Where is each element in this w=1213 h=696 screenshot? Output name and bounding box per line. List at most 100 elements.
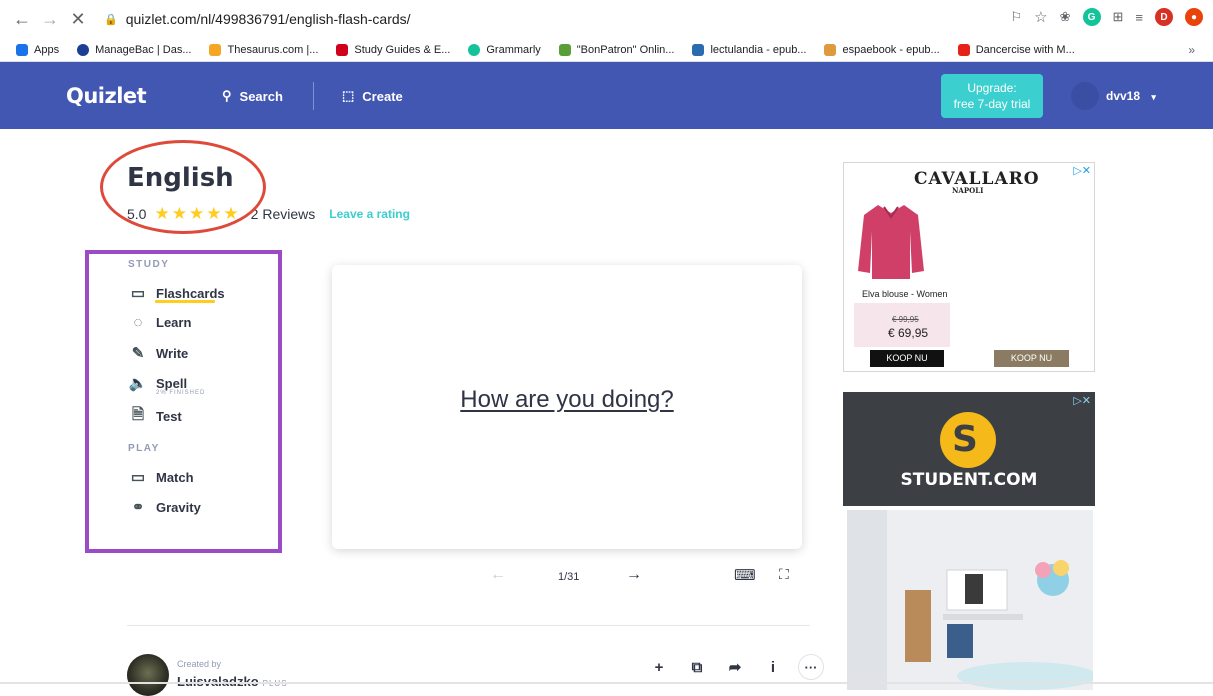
ellipsis-icon: ··· bbox=[804, 659, 818, 675]
fullscreen-icon: ⛶ bbox=[779, 566, 789, 582]
sidebar-item-write[interactable]: ✎ Write bbox=[128, 344, 189, 362]
search-button[interactable]: ⚲ Search bbox=[222, 88, 283, 104]
play-section-label: PLAY bbox=[128, 443, 160, 454]
create-button[interactable]: ⬚ Create bbox=[342, 88, 403, 104]
flashcard[interactable]: How are you doing? bbox=[332, 265, 802, 549]
ad-buy-button-secondary[interactable]: KOOP NU bbox=[994, 350, 1069, 367]
sidebar-item-label: Flashcards bbox=[156, 285, 225, 301]
share-button[interactable]: ➦ bbox=[722, 654, 748, 680]
bookmark-managebac[interactable]: ManageBac | Das... bbox=[77, 43, 192, 56]
copy-icon: ⧉ bbox=[691, 658, 703, 676]
avatar[interactable] bbox=[1071, 82, 1099, 110]
fullscreen-button[interactable]: ⛶ bbox=[779, 566, 789, 583]
bookmark-label: Study Guides & E... bbox=[354, 43, 451, 56]
user-menu[interactable]: dvv18 ▾ bbox=[1106, 89, 1156, 103]
extension-icon[interactable]: ❀ bbox=[1060, 9, 1071, 25]
bookmark-lectulandia[interactable]: lectulandia - epub... bbox=[692, 43, 807, 56]
sidebar-item-match[interactable]: ▭ Match bbox=[128, 468, 194, 486]
leave-rating-link[interactable]: Leave a rating bbox=[329, 207, 410, 221]
copy-set-button[interactable]: ⧉ bbox=[684, 654, 710, 680]
bookmark-label: espaebook - epub... bbox=[842, 43, 940, 56]
bookmark-apps[interactable]: Apps bbox=[16, 43, 59, 56]
bookmark-grammarly[interactable]: Grammarly bbox=[468, 43, 541, 56]
upgrade-button[interactable]: Upgrade: free 7-day trial bbox=[941, 74, 1043, 118]
spell-progress: 2% FINISHED bbox=[156, 390, 206, 396]
lock-icon: 🔒 bbox=[104, 13, 118, 26]
sidebar-item-gravity[interactable]: ⚭ Gravity bbox=[128, 498, 201, 516]
youtube-icon bbox=[957, 43, 970, 56]
create-label: Create bbox=[362, 88, 403, 104]
translate-icon[interactable]: ⚐ bbox=[1010, 9, 1022, 25]
flashcard-term: How are you doing? bbox=[460, 386, 674, 413]
forward-icon[interactable]: → bbox=[36, 5, 64, 33]
sidebar-item-label: Learn bbox=[156, 315, 192, 330]
bookmark-study-guides[interactable]: Study Guides & E... bbox=[336, 43, 451, 56]
username: dvv18 bbox=[1106, 89, 1141, 103]
back-icon[interactable]: ← bbox=[8, 5, 36, 33]
keyboard-shortcuts-button[interactable]: ⌨ bbox=[734, 566, 756, 584]
chevron-down-icon: ▾ bbox=[1151, 92, 1156, 102]
test-icon: 🗎 bbox=[131, 406, 145, 423]
sidebar-item-label: Spell bbox=[156, 375, 188, 391]
more-bookmarks-button[interactable]: » bbox=[1188, 43, 1195, 57]
adchoices-icon[interactable]: ▷✕ bbox=[1073, 394, 1091, 407]
thesaurus-icon bbox=[209, 43, 222, 56]
ad-buy-button[interactable]: KOOP NU bbox=[870, 350, 944, 367]
bookmark-label: lectulandia - epub... bbox=[710, 43, 807, 56]
info-icon: i bbox=[770, 658, 776, 676]
upgrade-line1: Upgrade: bbox=[967, 81, 1017, 95]
more-options-button[interactable]: ··· bbox=[798, 654, 824, 680]
profile-avatar-icon[interactable]: D bbox=[1155, 8, 1173, 26]
flashcards-icon: ▭ bbox=[130, 285, 146, 302]
created-by-label: Created by bbox=[177, 659, 222, 669]
study-section-label: STUDY bbox=[128, 259, 170, 270]
bookmark-star-icon[interactable]: ☆ bbox=[1034, 8, 1047, 26]
section-divider bbox=[127, 625, 810, 626]
reviews-count[interactable]: 2 Reviews bbox=[251, 206, 316, 222]
grammarly-extension-icon[interactable]: G bbox=[1082, 8, 1101, 26]
media-queue-icon[interactable]: ≡ bbox=[1135, 10, 1143, 25]
extensions-grid-icon[interactable]: ⊞ bbox=[1113, 9, 1124, 25]
browser-actions: ⚐ ☆ ❀ G ⊞ ≡ D ● bbox=[1010, 8, 1203, 26]
arrow-left-icon: ← bbox=[490, 566, 506, 583]
creator-avatar[interactable] bbox=[127, 654, 169, 696]
lectulandia-icon bbox=[692, 43, 705, 56]
keyboard-icon: ⌨ bbox=[734, 567, 756, 584]
share-icon: ➦ bbox=[728, 659, 742, 676]
stop-loading-icon[interactable]: ✕ bbox=[64, 5, 92, 33]
bookmark-bonpatron[interactable]: "BonPatron" Onlin... bbox=[558, 43, 674, 56]
header-divider bbox=[313, 82, 314, 110]
adchoices-icon[interactable]: ▷✕ bbox=[1073, 164, 1091, 177]
advertisement-cavallaro[interactable]: ▷✕ CAVALLARO NAPOLI Elva blouse - Women … bbox=[843, 162, 1095, 372]
address-bar[interactable]: 🔒 quizlet.com/nl/499836791/english-flash… bbox=[104, 7, 411, 31]
gravity-icon: ⚭ bbox=[131, 499, 145, 516]
managebac-icon bbox=[77, 43, 90, 56]
sidebar-item-label: Test bbox=[156, 409, 182, 424]
grammarly-icon bbox=[468, 43, 481, 56]
espaebook-icon bbox=[824, 43, 837, 56]
info-button[interactable]: i bbox=[760, 654, 786, 680]
bookmark-espaebook[interactable]: espaebook - epub... bbox=[824, 43, 940, 56]
sidebar-item-label: Write bbox=[156, 345, 189, 361]
update-icon[interactable]: ● bbox=[1185, 8, 1203, 26]
quizlet-logo[interactable]: Quizlet bbox=[66, 84, 147, 108]
next-card-button[interactable]: → bbox=[626, 566, 642, 584]
advertisement-student-com[interactable]: ▷✕ S STUDENT.COM bbox=[843, 392, 1095, 692]
ad-old-price: € 99,95 bbox=[892, 315, 919, 324]
upgrade-line2: free 7-day trial bbox=[953, 97, 1031, 111]
card-counter: 1/31 bbox=[558, 571, 580, 583]
sidebar-item-test[interactable]: 🗎 Test bbox=[128, 404, 182, 429]
bonpatron-icon bbox=[558, 43, 571, 56]
ad-new-price: € 69,95 bbox=[888, 326, 929, 340]
arrow-right-icon: → bbox=[626, 566, 642, 583]
bookmark-label: ManageBac | Das... bbox=[95, 43, 192, 56]
apps-grid-icon bbox=[16, 43, 28, 56]
bookmark-thesaurus[interactable]: Thesaurus.com |... bbox=[209, 43, 318, 56]
add-to-folder-button[interactable]: + bbox=[646, 654, 672, 680]
sidebar-item-learn[interactable]: ◌ Learn bbox=[128, 314, 192, 331]
study-guides-icon bbox=[336, 43, 349, 56]
previous-card-button[interactable]: ← bbox=[490, 566, 506, 584]
bookmark-dancercise[interactable]: Dancercise with M... bbox=[957, 43, 1075, 56]
browser-toolbar: ← → ✕ 🔒 quizlet.com/nl/499836791/english… bbox=[0, 0, 1213, 38]
set-actions: + ⧉ ➦ i ··· bbox=[646, 654, 824, 680]
